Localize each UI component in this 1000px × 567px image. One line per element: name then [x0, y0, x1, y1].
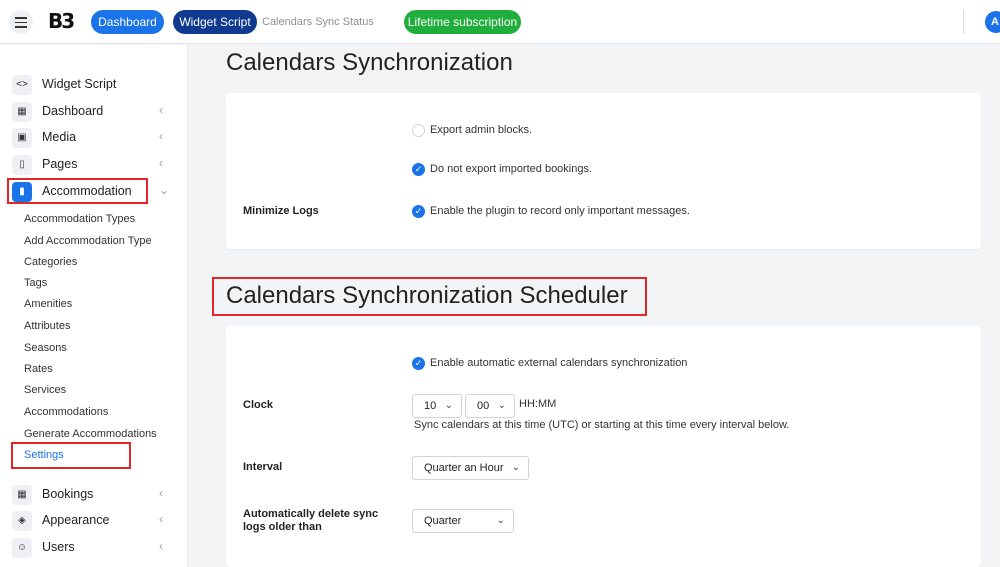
lifetime-subscription-button[interactable]: Lifetime subscription [404, 10, 521, 34]
highlight-box [7, 178, 148, 204]
interval-value: Quarter an Hour [424, 462, 504, 474]
sidebar-item-bookings[interactable]: ▦ Bookings ‹ [12, 484, 172, 506]
chevron-down-icon: ⌄ [444, 400, 453, 411]
delete-logs-value: Quarter [424, 515, 462, 527]
sidebar-subitem[interactable]: Categories [24, 256, 77, 268]
minimize-logs-checkbox[interactable]: ✓ [412, 205, 425, 218]
chevron-left-icon: ‹ [159, 156, 163, 170]
code-icon: <> [12, 75, 32, 95]
hour-value: 10 [424, 400, 437, 412]
page-title: Calendars Synchronization [226, 49, 513, 76]
sidebar-subitem[interactable]: Rates [24, 363, 53, 375]
enable-auto-sync-checkbox[interactable]: ✓ [412, 357, 425, 370]
chevron-down-icon: ⌄ [497, 400, 506, 411]
pages-icon: ▯ [12, 155, 32, 175]
dashboard-button[interactable]: Dashboard [91, 10, 164, 34]
interval-select[interactable]: Quarter an Hour ⌄ [412, 456, 529, 480]
image-icon: ▣ [12, 128, 32, 148]
time-format-label: HH:MM [519, 398, 557, 410]
chevron-down-icon: ⌄ [496, 515, 505, 526]
delete-logs-select[interactable]: Quarter ⌄ [412, 509, 514, 533]
highlight-box [11, 442, 131, 469]
sidebar-subitem[interactable]: Accommodations [24, 406, 108, 418]
sidebar-item-dashboard[interactable]: ▦ Dashboard ‹ [12, 101, 172, 123]
sidebar-subitem[interactable]: Tags [24, 277, 47, 289]
logo[interactable]: B3 [48, 9, 75, 33]
minute-value: 00 [477, 400, 490, 412]
minute-select[interactable]: 00 ⌄ [465, 394, 515, 418]
sync-card [226, 93, 981, 249]
no-export-imported-label: Do not export imported bookings. [430, 163, 593, 175]
sidebar-subitem[interactable]: Services [24, 384, 66, 396]
chevron-left-icon: ‹ [159, 539, 163, 553]
sidebar-subitem[interactable]: Generate Accommodations [24, 428, 157, 440]
sidebar-item-label: Dashboard [42, 104, 104, 118]
chevron-left-icon: ‹ [159, 512, 163, 526]
minimize-logs-label: Minimize Logs [243, 205, 319, 217]
sidebar-item-widget-script[interactable]: <> Widget Script [12, 74, 172, 96]
sidebar-subitem[interactable]: Accommodation Types [24, 213, 135, 225]
sidebar-item-label: Pages [42, 157, 78, 171]
sidebar-subitem[interactable]: Add Accommodation Type [24, 235, 152, 247]
highlight-box [212, 277, 647, 316]
divider [963, 10, 964, 34]
export-admin-label: Export admin blocks. [430, 124, 533, 136]
sidebar-subitem[interactable]: Amenities [24, 298, 72, 310]
sidebar-subitem[interactable]: Seasons [24, 342, 67, 354]
chevron-down-icon: ⌄ [159, 183, 170, 197]
paint-bucket-icon: ◈ [12, 511, 32, 531]
widget-script-button[interactable]: Widget Script [173, 10, 257, 34]
clock-help-text: Sync calendars at this time (UTC) or sta… [414, 419, 790, 431]
clock-label: Clock [243, 399, 273, 411]
top-bar: B3 Dashboard Widget Script Calendars Syn… [0, 0, 1000, 44]
sidebar-item-label: Users [42, 540, 75, 554]
sidebar-item-pages[interactable]: ▯ Pages ‹ [12, 154, 172, 176]
chevron-left-icon: ‹ [159, 129, 163, 143]
sidebar-item-label: Widget Script [42, 77, 117, 91]
calendar-icon: ▦ [12, 485, 32, 505]
delete-logs-label: Automatically delete sync logs older tha… [243, 508, 379, 533]
chevron-left-icon: ‹ [159, 103, 163, 117]
breadcrumb: Calendars Sync Status [262, 16, 374, 28]
minimize-logs-text: Enable the plugin to record only importa… [430, 205, 690, 217]
enable-auto-sync-label: Enable automatic external calendars sync… [430, 357, 688, 369]
grid-icon: ▦ [12, 102, 32, 122]
sidebar-item-media[interactable]: ▣ Media ‹ [12, 127, 172, 149]
chevron-down-icon: ⌄ [511, 462, 520, 473]
sidebar-item-appearance[interactable]: ◈ Appearance ‹ [12, 510, 172, 532]
users-icon: ☺ [12, 538, 32, 558]
sidebar-item-label: Media [42, 130, 77, 144]
sidebar-item-label: Appearance [42, 513, 110, 527]
no-export-imported-checkbox[interactable]: ✓ [412, 163, 425, 176]
interval-label: Interval [243, 461, 283, 473]
sidebar-item-users[interactable]: ☺ Users ‹ [12, 537, 172, 559]
hour-select[interactable]: 10 ⌄ [412, 394, 462, 418]
chevron-left-icon: ‹ [159, 486, 163, 500]
avatar[interactable]: A [985, 11, 1000, 33]
sidebar-subitem[interactable]: Attributes [24, 320, 70, 332]
export-admin-checkbox[interactable] [412, 124, 425, 137]
menu-icon[interactable] [9, 10, 33, 34]
sidebar-item-label: Bookings [42, 487, 94, 501]
